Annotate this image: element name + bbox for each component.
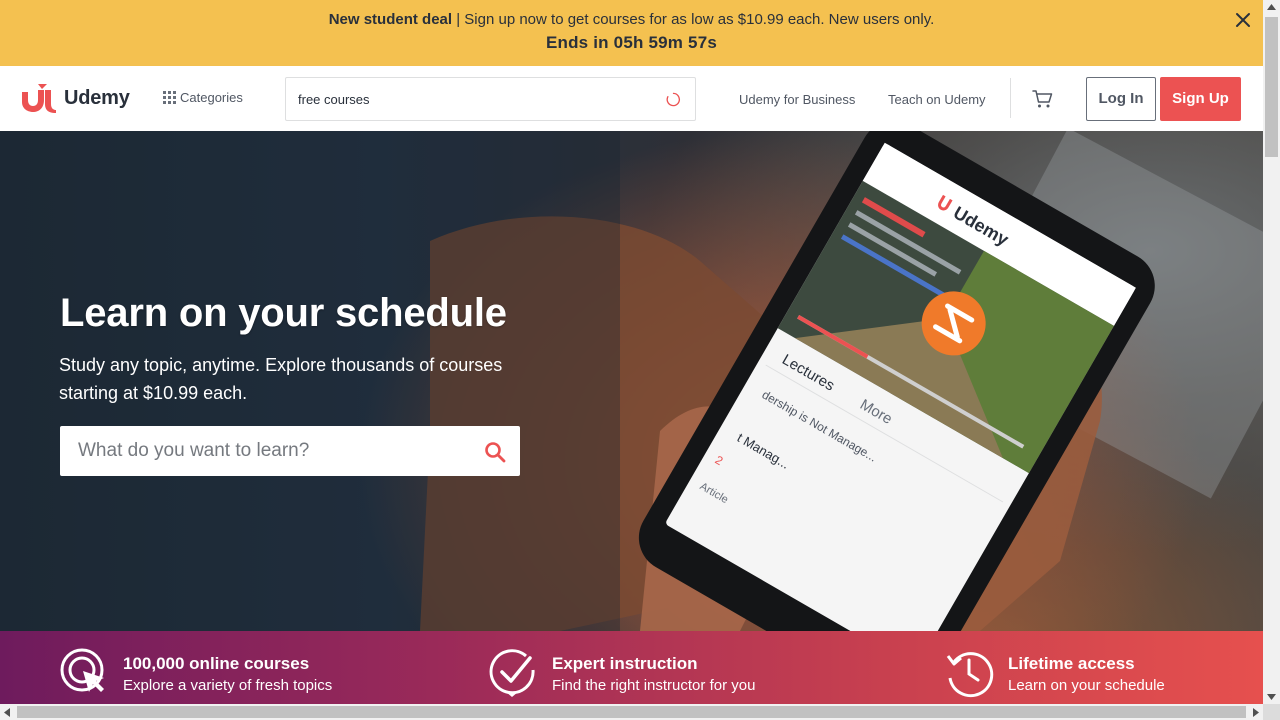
value-title-instruction: Expert instruction [552,654,698,673]
promo-message-line: New student deal | Sign up now to get co… [0,11,1263,28]
hero-search-box[interactable] [60,426,520,476]
udemy-for-business-link[interactable]: Udemy for Business [739,92,855,107]
loading-spinner-icon [666,92,681,107]
promo-message: Sign up now to get courses for as low as… [464,11,935,28]
horizontal-scroll-thumb[interactable] [17,706,1246,718]
promo-deal-label: New student deal [328,11,453,28]
horizontal-scrollbar[interactable] [0,704,1263,720]
scroll-down-arrow-icon[interactable] [1267,694,1276,700]
categories-menu[interactable]: Categories [163,90,243,105]
hero-subtitle: Study any topic, anytime. Explore thousa… [59,355,503,403]
vertical-scroll-thumb[interactable] [1265,17,1278,157]
value-subtitle-instruction: Find the right instructor for you [552,677,756,694]
header-search-box[interactable] [285,77,696,121]
value-subtitle-lifetime: Learn on your schedule [1008,677,1165,694]
signup-button[interactable]: Sign Up [1160,77,1241,121]
udemy-logo-mark-icon [22,84,56,113]
header-search-input[interactable] [286,78,656,120]
header-divider [1010,78,1011,118]
close-icon[interactable] [1233,10,1253,30]
hero-section: Udemy Lectures More dership is Not Manag… [0,131,1263,631]
promo-banner: New student deal | Sign up now to get co… [0,0,1263,66]
value-title-lifetime: Lifetime access [1008,654,1135,673]
scroll-left-arrow-icon[interactable] [4,708,10,717]
shopping-cart-icon[interactable] [1032,89,1054,109]
promo-countdown: Ends in 05h 59m 57s [545,33,718,52]
udemy-wordmark: Udemy [64,86,130,109]
page: New student deal | Sign up now to get co… [0,0,1280,720]
categories-label: Categories [180,90,243,105]
value-item-instruction: Expert instruction Find the right instru… [488,648,755,698]
promo-separator: | [452,11,465,28]
value-subtitle-courses: Explore a variety of fresh topics [123,677,333,694]
hero-title: Learn on your schedule [60,291,507,335]
clock-history-icon [946,652,994,698]
scroll-up-arrow-icon[interactable] [1267,4,1276,10]
teach-on-udemy-link[interactable]: Teach on Udemy [888,92,986,107]
login-button[interactable]: Log In [1086,77,1156,121]
value-title-courses: 100,000 online courses [123,654,310,673]
check-badge-icon [489,649,535,697]
vertical-scrollbar[interactable] [1263,0,1280,704]
site-header: Udemy Categories Udemy for Business Teac… [0,66,1263,131]
target-cursor-icon [60,648,104,692]
udemy-logo[interactable]: Udemy [18,82,130,114]
scrollbar-corner [1263,704,1280,720]
value-item-courses: 100,000 online courses Explore a variety… [59,648,332,698]
hero-search-input[interactable] [60,426,470,476]
scroll-right-arrow-icon[interactable] [1253,708,1259,717]
value-props-bar: 100,000 online courses Explore a variety… [0,631,1263,704]
grid-icon [163,91,176,104]
search-icon[interactable] [484,441,506,463]
value-item-lifetime: Lifetime access Learn on your schedule [944,648,1165,698]
